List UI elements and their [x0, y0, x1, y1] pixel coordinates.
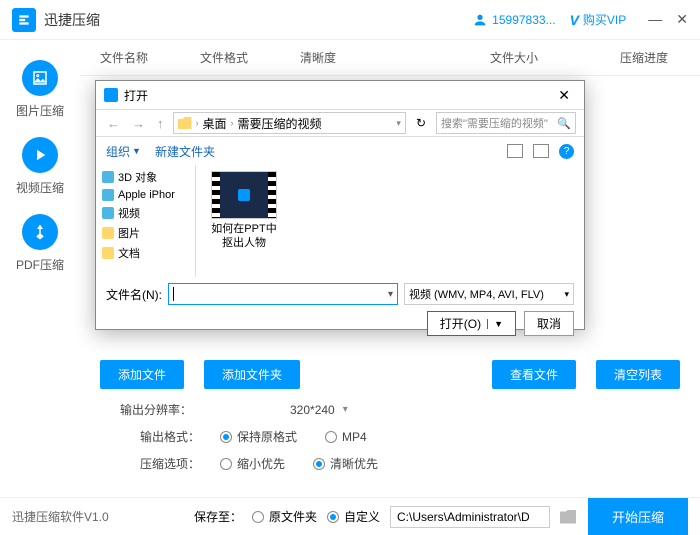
open-file-dialog: 打开 ✕ ← → ↑ › 桌面 › 需要压缩的视频 ▾ ↻ 搜索"需要压缩的视频… [95, 80, 585, 330]
save-path-input[interactable] [390, 506, 550, 528]
video-thumbnail [211, 171, 277, 219]
resolution-select[interactable]: 320*240 ▾ [290, 403, 348, 417]
chevron-down-icon: ▾ [564, 289, 569, 300]
add-folder-button[interactable]: 添加文件夹 [204, 360, 300, 389]
filetype-select[interactable]: 视频 (WMV, MP4, AVI, FLV) ▾ [404, 283, 574, 305]
format-label: 输出格式： [120, 428, 220, 445]
file-list: 如何在PPT中抠出人物 [196, 165, 584, 277]
resolution-label: 输出分辨率： [120, 401, 200, 418]
option-clearer-radio[interactable]: 清晰优先 [313, 455, 378, 472]
new-folder-button[interactable]: 新建文件夹 [155, 143, 215, 160]
start-compress-button[interactable]: 开始压缩 [588, 498, 688, 535]
table-header: 文件名称 文件格式 清晰度 文件大小 压缩进度 [80, 40, 700, 76]
image-icon [22, 60, 58, 96]
user-account[interactable]: 15997833... [472, 12, 555, 28]
titlebar: 迅捷压缩 15997833... V 购买VIP — ✕ [0, 0, 700, 40]
dialog-cancel-button[interactable]: 取消 [524, 311, 574, 336]
add-file-button[interactable]: 添加文件 [100, 360, 184, 389]
tree-item[interactable]: 文档 [96, 243, 195, 263]
dialog-close-button[interactable]: ✕ [552, 87, 576, 104]
file-item[interactable]: 如何在PPT中抠出人物 [206, 171, 282, 251]
dialog-open-button[interactable]: 打开(O)▼ [427, 311, 516, 336]
save-custom-radio[interactable]: 自定义 [327, 508, 380, 525]
chevron-down-icon: ▾ [343, 404, 348, 415]
dialog-logo [104, 88, 118, 102]
dialog-title: 打开 [124, 87, 148, 104]
nav-forward-icon[interactable]: → [129, 116, 148, 131]
view-details-icon[interactable] [533, 144, 549, 158]
vip-icon: V [570, 12, 579, 28]
breadcrumb[interactable]: › 桌面 › 需要压缩的视频 ▾ [173, 112, 406, 134]
filename-label: 文件名(N): [106, 286, 162, 303]
sidebar-item-video[interactable]: 视频压缩 [16, 137, 64, 196]
user-id: 15997833... [492, 13, 555, 27]
help-icon[interactable]: ? [559, 144, 574, 159]
tree-item[interactable]: 视频 [96, 203, 195, 223]
option-label: 压缩选项： [120, 455, 220, 472]
version-label: 迅捷压缩软件V1.0 [12, 508, 109, 525]
search-icon: 🔍 [557, 117, 571, 130]
close-button[interactable]: ✕ [676, 11, 688, 28]
format-mp4-radio[interactable]: MP4 [325, 428, 367, 445]
filename-input[interactable]: ▾ [168, 283, 398, 305]
pdf-icon [22, 214, 58, 250]
folder-icon [178, 117, 192, 129]
option-smaller-radio[interactable]: 缩小优先 [220, 455, 285, 472]
sidebar-item-pdf[interactable]: PDF压缩 [16, 214, 64, 273]
save-to-label: 保存至： [194, 508, 242, 525]
video-icon [22, 137, 58, 173]
format-keep-radio[interactable]: 保持原格式 [220, 428, 297, 445]
refresh-icon[interactable]: ↻ [412, 116, 430, 130]
app-title: 迅捷压缩 [44, 10, 100, 30]
sidebar-item-image[interactable]: 图片压缩 [16, 60, 64, 119]
view-mode-icon[interactable] [507, 144, 523, 158]
buy-vip-link[interactable]: V 购买VIP [570, 11, 627, 28]
folder-tree: 3D 对象 Apple iPhor 视频 图片 文档 [96, 165, 196, 277]
search-input[interactable]: 搜索"需要压缩的视频" 🔍 [436, 112, 576, 134]
nav-back-icon[interactable]: ← [104, 116, 123, 131]
tree-item[interactable]: 图片 [96, 223, 195, 243]
browse-folder-icon[interactable] [560, 510, 576, 524]
footer: 迅捷压缩软件V1.0 保存至： 原文件夹 自定义 开始压缩 [0, 497, 700, 535]
app-logo [12, 8, 36, 32]
save-original-radio[interactable]: 原文件夹 [252, 508, 317, 525]
view-file-button[interactable]: 查看文件 [492, 360, 576, 389]
tree-item[interactable]: 3D 对象 [96, 167, 195, 187]
minimize-button[interactable]: — [648, 11, 662, 28]
organize-menu[interactable]: 组织▼ [106, 143, 141, 160]
clear-list-button[interactable]: 清空列表 [596, 360, 680, 389]
tree-item[interactable]: Apple iPhor [96, 187, 195, 203]
nav-up-icon[interactable]: ↑ [154, 116, 167, 131]
sidebar: 图片压缩 视频压缩 PDF压缩 [0, 40, 80, 495]
